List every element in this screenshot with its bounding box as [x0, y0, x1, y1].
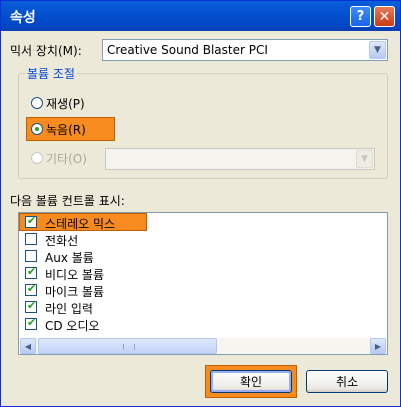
volume-group-title: 볼륨 조절 [25, 65, 77, 82]
check-icon: ✔ [27, 214, 37, 227]
check-icon: ✔ [27, 299, 37, 312]
other-radio[interactable] [31, 152, 43, 164]
help-button[interactable]: ? [350, 6, 371, 27]
checkbox[interactable]: ✔ [25, 214, 37, 228]
radio-selected-dot [35, 127, 39, 131]
title-bar[interactable]: 속성 ? ✕ [1, 1, 400, 31]
checkbox[interactable]: ✔ [25, 282, 37, 296]
checkbox[interactable] [25, 250, 37, 262]
chevron-right-icon: ▶ [374, 341, 382, 351]
playback-radio-label[interactable]: 재생(P) [46, 95, 85, 112]
checkbox[interactable]: ✔ [25, 316, 37, 330]
checkbox[interactable]: ✔ [25, 299, 37, 313]
list-item-label: 라인 입력 [45, 302, 93, 316]
cancel-button[interactable]: 취소 [306, 370, 388, 393]
check-icon: ✔ [27, 316, 37, 329]
checkbox[interactable]: ✔ [25, 265, 37, 279]
scroll-left-button[interactable]: ◀ [20, 338, 36, 354]
check-icon: ✔ [27, 282, 37, 295]
checkbox[interactable] [25, 233, 37, 245]
mixer-device-value: Creative Sound Blaster PCI [107, 43, 268, 57]
mixer-device-label: 믹서 장치(M): [10, 44, 82, 58]
list-item-label: 전화선 [45, 234, 79, 248]
ok-button[interactable]: 확인 [210, 370, 292, 393]
other-radio-label[interactable]: 기타(O) [46, 150, 87, 167]
scroll-right-button[interactable]: ▶ [370, 338, 386, 354]
list-item-label: 비디오 볼륨 [45, 268, 105, 282]
horizontal-scrollbar[interactable]: ◀ ▶ [20, 338, 386, 354]
scroll-thumb[interactable] [38, 338, 217, 354]
list-item-label: CD 오디오 [45, 319, 100, 333]
list-item-label: Aux 볼륨 [45, 251, 94, 265]
close-button[interactable]: ✕ [374, 6, 395, 27]
controls-label: 다음 볼륨 컨트롤 표시: [10, 194, 125, 208]
list-item-label: 스테레오 믹스 [45, 217, 116, 231]
list-item-label: 마이크 볼륨 [45, 285, 105, 299]
other-device-select[interactable]: ▼ [105, 148, 375, 170]
recording-radio-label[interactable]: 녹음(R) [46, 121, 86, 138]
mixer-device-select[interactable]: Creative Sound Blaster PCI ▼ [102, 39, 388, 61]
chevron-down-icon[interactable]: ▼ [369, 41, 386, 59]
recording-radio[interactable] [31, 123, 43, 135]
properties-dialog: 속성 ? ✕ 믹서 장치(M): Creative Sound Blaster … [0, 0, 401, 407]
check-icon: ✔ [27, 265, 37, 278]
chevron-left-icon: ◀ [24, 341, 32, 351]
window-title: 속성 [10, 10, 36, 26]
playback-radio[interactable] [31, 97, 43, 109]
grip-icon [123, 344, 135, 350]
volume-controls-list[interactable]: ✔ 스테레오 믹스 전화선 Aux 볼륨 ✔ 비디오 볼륨 ✔ 마이크 볼륨 ✔… [18, 212, 388, 355]
chevron-down-icon[interactable]: ▼ [356, 150, 373, 168]
